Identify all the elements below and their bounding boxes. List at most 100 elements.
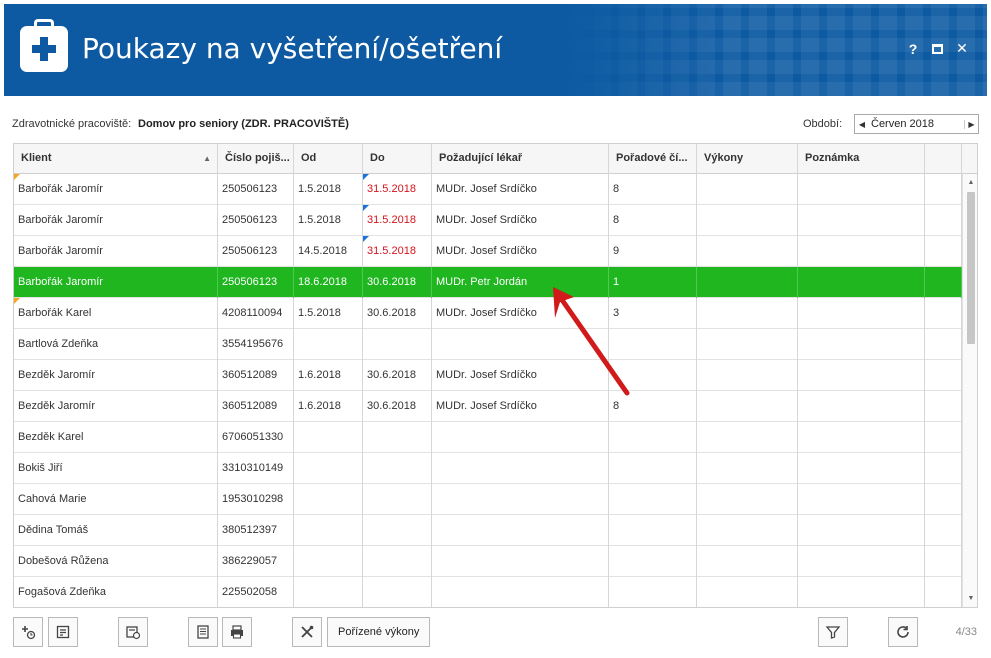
cell-cislo-text: 250506123 (222, 183, 278, 195)
cell-poradove: 3 (609, 298, 697, 329)
cell-od (294, 546, 363, 577)
cell-vykony (697, 329, 798, 360)
table-row[interactable]: Barbořák Jaromír 250506123 18.6.2018 30.6.2… (14, 267, 962, 298)
marker-orange-icon (14, 174, 20, 180)
tools-icon (301, 625, 314, 638)
cell-od-text: 18.6.2018 (298, 276, 347, 288)
scroll-thumb[interactable] (967, 192, 975, 344)
cell-od: 1.6.2018 (294, 360, 363, 391)
column-header-poznamka[interactable]: Poznámka (798, 144, 925, 174)
cell-cislo: 380512397 (218, 515, 294, 546)
table-row[interactable]: Bezděk Jaromír 360512089 1.6.2018 30.6.2018… (14, 391, 962, 422)
cell-cislo-text: 3554195676 (222, 338, 284, 350)
column-header-do[interactable]: Do (363, 144, 432, 174)
table-row[interactable]: Dědina Tomáš 380512397 (14, 515, 962, 546)
table-row[interactable]: Barbořák Jaromír 250506123 1.5.2018 31.5.20… (14, 205, 962, 236)
cell-klient-text: Bokiš Jiří (18, 462, 63, 474)
cell-extra (925, 205, 962, 236)
vertical-scrollbar[interactable]: ▲ ▼ (962, 174, 977, 607)
filter-button[interactable] (818, 617, 848, 647)
cell-od-text: 1.6.2018 (298, 400, 341, 412)
cell-lekar: MUDr. Josef Srdíčko (432, 205, 609, 236)
period-prev-button[interactable]: ◀ (855, 120, 869, 129)
cell-lekar-text: MUDr. Josef Srdíčko (436, 307, 537, 319)
help-icon[interactable]: ? (906, 41, 920, 57)
cell-cislo: 3554195676 (218, 329, 294, 360)
marker-orange-icon (14, 298, 20, 304)
table-row[interactable]: Bezděk Jaromír 360512089 1.6.2018 30.6.2018… (14, 360, 962, 391)
table-row[interactable]: Bokiš Jiří 3310310149 (14, 453, 962, 484)
page-counter: 4/33 (955, 626, 977, 638)
cell-od: 1.5.2018 (294, 298, 363, 329)
cell-do (363, 546, 432, 577)
workspace-label: Zdravotnické pracoviště: (12, 118, 132, 130)
period-value[interactable]: Červen 2018 (869, 118, 964, 130)
cell-extra (925, 422, 962, 453)
edit-note-button[interactable] (48, 617, 78, 647)
maximize-icon[interactable] (932, 43, 943, 54)
cell-poznamka (798, 360, 925, 391)
cell-klient: Dobešová Růžena (14, 546, 218, 577)
cell-od (294, 484, 363, 515)
period-next-button[interactable]: ▶ (964, 119, 978, 129)
cell-lekar-text: MUDr. Josef Srdíčko (436, 400, 537, 412)
table-row[interactable]: Bartlová Zdeňka 3554195676 (14, 329, 962, 360)
scroll-up-button[interactable]: ▲ (963, 176, 977, 190)
cell-vykony (697, 267, 798, 298)
cell-vykony (697, 205, 798, 236)
cell-klient-text: Bezděk Jaromír (18, 400, 96, 412)
cell-cislo-text: 380512397 (222, 524, 278, 536)
table-row[interactable]: Barbořák Jaromír 250506123 14.5.2018 31.5.2… (14, 236, 962, 267)
tools-button[interactable] (292, 617, 322, 647)
scroll-down-button[interactable]: ▼ (963, 592, 977, 606)
document-button[interactable] (188, 617, 218, 647)
cell-do: 30.6.2018 (363, 267, 432, 298)
refresh-button[interactable] (888, 617, 918, 647)
table-row[interactable]: Barbořák Karel 4208110094 1.5.2018 30.6.201… (14, 298, 962, 329)
cell-cislo: 6706051330 (218, 422, 294, 453)
period-label: Období: (803, 118, 843, 130)
table-row[interactable]: Fogašová Zdeňka 225502058 (14, 577, 962, 607)
cell-extra (925, 298, 962, 329)
table-row[interactable]: Cahová Marie 1953010298 (14, 484, 962, 515)
column-header-cislo[interactable]: Číslo pojiš... (218, 144, 294, 174)
column-header-klient[interactable]: Klient ▲ (14, 144, 218, 174)
vykony-button[interactable]: Pořízené výkony (327, 617, 431, 647)
cell-lekar (432, 515, 609, 546)
cell-extra (925, 391, 962, 422)
cell-poznamka (798, 205, 925, 236)
add-timer-button[interactable] (13, 617, 43, 647)
close-icon[interactable]: ✕ (955, 40, 969, 57)
cell-od (294, 515, 363, 546)
table-row[interactable]: Barbořák Jaromír 250506123 1.5.2018 31.5.20… (14, 174, 962, 205)
period-selector[interactable]: ◀ Červen 2018 ▶ (854, 114, 979, 134)
filter-bar: Zdravotnické pracoviště: Domov pro senio… (12, 114, 980, 134)
print-button[interactable] (222, 617, 252, 647)
cell-poradove: 1 (609, 267, 697, 298)
column-header-lekar[interactable]: Požadující lékař (432, 144, 609, 174)
cell-do (363, 329, 432, 360)
cell-klient-text: Fogašová Zdeňka (18, 586, 107, 598)
cell-do (363, 577, 432, 607)
column-header-poradove[interactable]: Pořadové čí... (609, 144, 697, 174)
cell-do-text: 31.5.2018 (367, 245, 416, 257)
table-row[interactable]: Bezděk Karel 6706051330 (14, 422, 962, 453)
cell-od (294, 422, 363, 453)
cell-do: 30.6.2018 (363, 360, 432, 391)
cell-extra (925, 267, 962, 298)
cell-do-text: 30.6.2018 (367, 307, 416, 319)
cell-klient-text: Barbořák Jaromír (18, 245, 103, 257)
table-row[interactable]: Dobešová Růžena 386229057 (14, 546, 962, 577)
workspace-value[interactable]: Domov pro seniory (ZDR. PRACOVIŠTĚ) (138, 118, 349, 130)
column-header-vykony[interactable]: Výkony (697, 144, 798, 174)
cell-poradove-text: 8 (613, 400, 620, 412)
cell-od-text: 1.5.2018 (298, 214, 341, 226)
cell-poznamka (798, 267, 925, 298)
cell-od: 1.5.2018 (294, 205, 363, 236)
cell-do: 31.5.2018 (363, 236, 432, 267)
cell-cislo-text: 1953010298 (222, 493, 284, 505)
cell-od (294, 453, 363, 484)
cell-klient: Barbořák Jaromír (14, 174, 218, 205)
column-header-od[interactable]: Od (294, 144, 363, 174)
calendar-clock-button[interactable] (118, 617, 148, 647)
